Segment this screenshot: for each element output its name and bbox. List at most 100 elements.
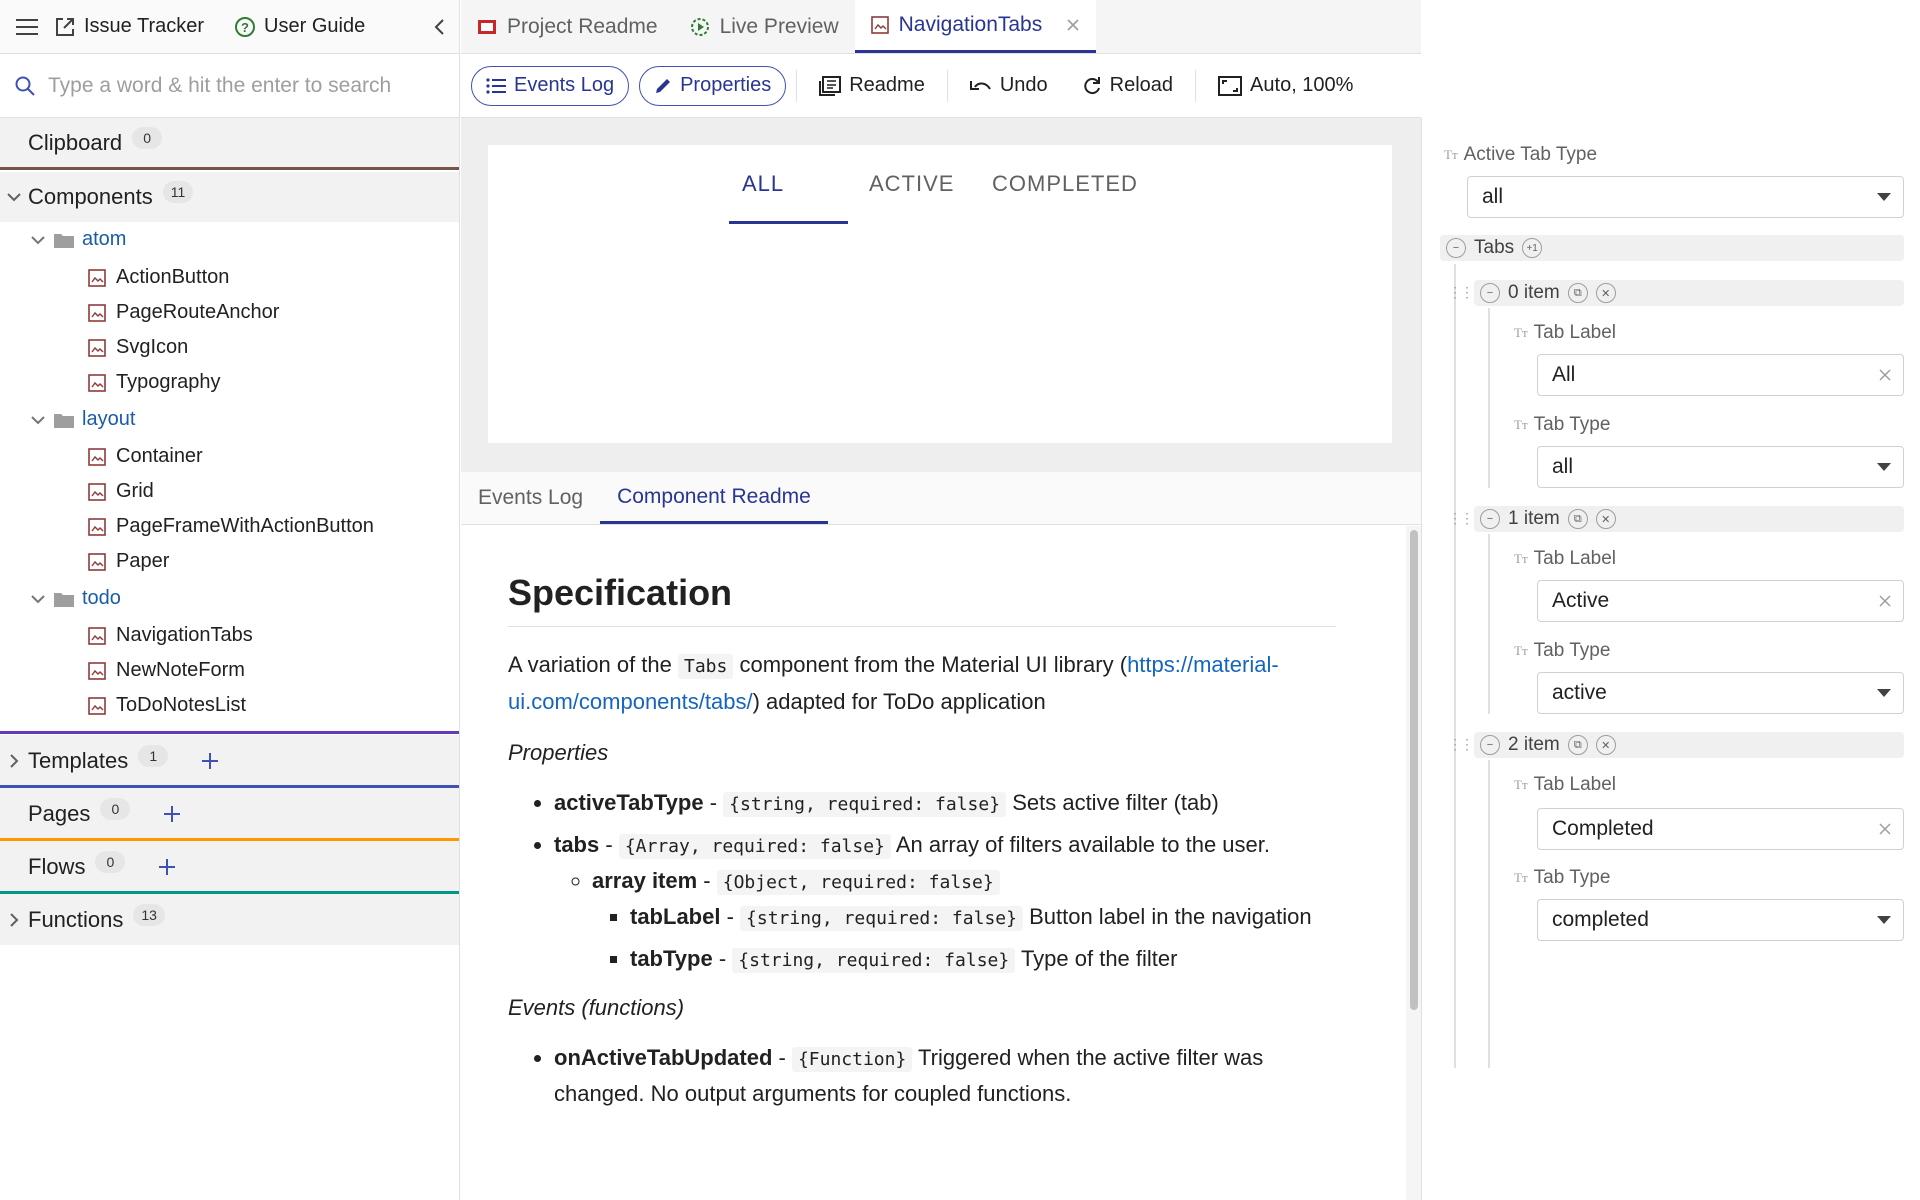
tab-type-select[interactable]: all [1537,446,1904,488]
section-pages[interactable]: Pages 0 [0,788,459,839]
tree-item-svgicon[interactable]: SvgIcon [88,336,188,359]
folder-icon [54,592,74,607]
section-functions[interactable]: Functions 13 [0,894,459,945]
menu-icon[interactable] [0,0,54,54]
drag-handle-icon[interactable]: ⋮⋮ [1448,510,1474,527]
add-flow-button[interactable] [155,855,179,879]
collapse-icon[interactable]: − [1480,735,1500,755]
copy-icon[interactable]: ⧉ [1567,735,1588,755]
folder-label: layout [82,408,136,430]
tree-item-paper[interactable]: Paper [88,550,169,573]
separator: - [599,832,619,857]
user-guide-link[interactable]: ? User Guide [234,15,365,38]
collapse-panel-button[interactable] [419,0,459,54]
readme-scrollbar[interactable] [1406,526,1421,1200]
tree-item-typography[interactable]: Typography [88,371,221,394]
tabs-group-header[interactable]: − Tabs +1 [1440,235,1904,261]
tab-component-readme[interactable]: Component Readme [600,472,828,524]
folder-icon [54,413,74,428]
drag-handle-icon[interactable]: ⋮⋮ [1448,284,1474,301]
tab-project-readme[interactable]: Project Readme [461,0,674,53]
search-input[interactable] [48,73,428,98]
tab-live-preview[interactable]: Live Preview [674,0,855,53]
add-template-button[interactable] [198,749,222,773]
tree-item-navigationtabs[interactable]: NavigationTabs [88,624,253,647]
preview-tab-all[interactable]: ALL [742,171,784,197]
tab-type-select[interactable]: completed [1537,899,1904,941]
collapse-icon[interactable]: − [1480,283,1500,303]
remove-icon[interactable]: ✕ [1595,735,1616,755]
tab-label-input[interactable]: Active [1537,580,1904,622]
section-clipboard[interactable]: Clipboard 0 [0,118,459,168]
collapse-icon[interactable]: − [1446,238,1466,258]
tab-type-field-label: Tт Tab Type [1514,414,1610,436]
active-tab-type-select[interactable]: all [1467,176,1904,218]
field-label: Tab Label [1533,322,1617,343]
section-components[interactable]: Components 11 [0,172,459,222]
tab-events-log[interactable]: Events Log [461,472,600,524]
remove-icon[interactable]: ✕ [1595,283,1616,303]
component-icon [88,373,106,392]
item-2-header[interactable]: − 2 item ⧉ ✕ [1474,732,1904,758]
add-page-button[interactable] [160,802,184,826]
file-tab-bar: Project Readme Live Preview NavigationTa… [461,0,1421,54]
chevron-right-icon [0,753,28,769]
properties-heading: Properties [508,735,1336,770]
properties-button[interactable]: Properties [639,65,787,106]
tree-item-actionbutton[interactable]: ActionButton [88,266,229,289]
preview-tab-active[interactable]: ACTIVE [869,171,954,197]
tree-item-todonoteslist[interactable]: ToDoNotesList [88,694,246,717]
reload-button[interactable]: Reload [1070,66,1185,106]
tree-item-newnoteform[interactable]: NewNoteForm [88,659,245,682]
text-type-icon: Tт [1444,147,1458,162]
item-1-header[interactable]: − 1 item ⧉ ✕ [1474,506,1904,532]
component-icon [870,16,889,34]
copy-icon[interactable]: ⧉ [1567,283,1588,303]
close-icon[interactable] [1066,18,1080,32]
copy-icon[interactable]: ⧉ [1567,509,1588,529]
section-flows[interactable]: Flows 0 [0,841,459,892]
section-templates[interactable]: Templates 1 [0,735,459,786]
add-item-button[interactable]: +1 [1522,238,1543,258]
prop-name: tabLabel [630,904,721,929]
tab-type-select[interactable]: active [1537,672,1904,714]
issue-tracker-link[interactable]: Issue Tracker [54,15,204,38]
folder-todo[interactable]: todo [30,587,121,610]
scrollbar-thumb[interactable] [1410,530,1418,1010]
pencil-icon [656,78,671,93]
tab-label-input[interactable]: All [1537,354,1904,396]
prop-type: {Array, required: false} [618,834,891,859]
plus-icon [164,805,181,822]
item-0-header[interactable]: − 0 item ⧉ ✕ [1474,280,1904,306]
user-guide-label: User Guide [264,15,366,37]
events-log-button[interactable]: Events Log [471,65,630,106]
clear-icon[interactable] [1879,369,1891,381]
tree-item-label: Grid [116,480,154,502]
tab-label-input[interactable]: Completed [1537,808,1904,850]
drag-handle-icon[interactable]: ⋮⋮ [1448,736,1474,753]
tree-item-pageframewithactionbutton[interactable]: PageFrameWithActionButton [88,515,374,538]
separator: - [772,1045,792,1070]
tree-item-grid[interactable]: Grid [88,480,154,503]
remove-icon[interactable]: ✕ [1595,509,1616,529]
toolbar: Events Log Properties Readme Undo Reload [461,54,1421,118]
undo-button[interactable]: Undo [958,66,1060,106]
clear-icon[interactable] [1879,595,1891,607]
center-panel: Project Readme Live Preview NavigationTa… [461,0,1421,1200]
folder-atom[interactable]: atom [30,228,126,251]
tree-item-label: Typography [116,371,221,393]
dropdown-arrow-icon [1877,193,1891,201]
undo-label: Undo [999,74,1048,96]
clear-icon[interactable] [1879,823,1891,835]
zoom-button[interactable]: Auto, 100% [1206,66,1365,106]
collapse-icon[interactable]: − [1480,509,1500,529]
preview-tab-completed[interactable]: COMPLETED [992,171,1138,197]
prop-type: {string, required: false} [732,948,1016,973]
templates-label: Templates [28,747,129,773]
tab-type-field-label: Tт Tab Type [1514,640,1610,662]
tab-navigationtabs[interactable]: NavigationTabs [854,0,1097,53]
tree-item-pagerouteanchor[interactable]: PageRouteAnchor [88,301,279,324]
readme-button[interactable]: Readme [807,66,937,106]
tree-item-container[interactable]: Container [88,445,203,468]
folder-layout[interactable]: layout [30,408,135,431]
